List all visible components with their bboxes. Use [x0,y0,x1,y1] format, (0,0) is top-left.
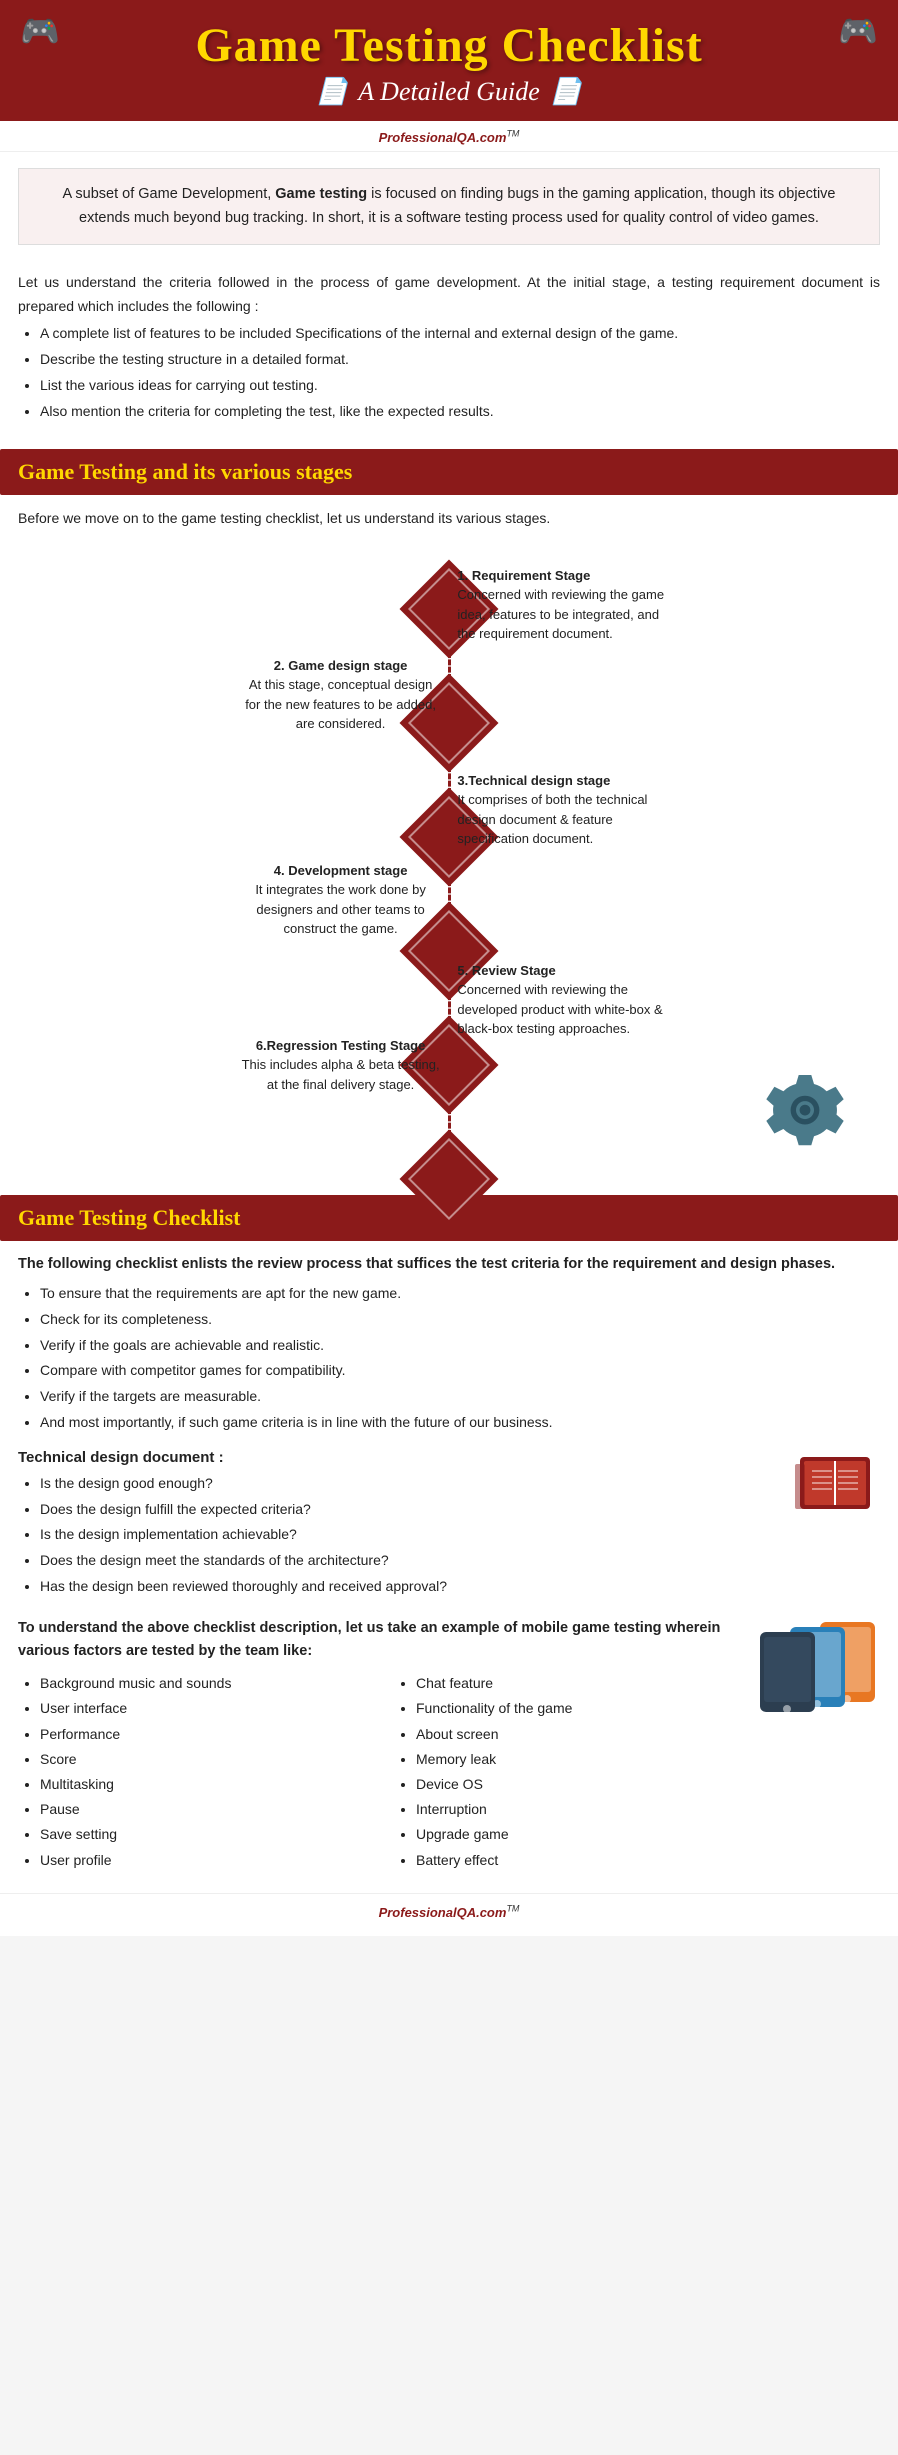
tech-doc-heading: Technical design document : [18,1449,880,1466]
list-item: Has the design been reviewed thoroughly … [40,1575,880,1599]
intro-box: A subset of Game Development, Game testi… [18,168,880,244]
list-item: Is the design good enough? [40,1472,880,1496]
footer-brand: ProfessionalQA.comTM [0,1893,898,1936]
stages-section: Before we move on to the game testing ch… [0,495,898,1180]
stage-4-desc: It integrates the work done by designers… [255,882,426,936]
gamepad-left-icon: 🎮 [20,12,60,50]
stage-2-box: 2. Game design stage At this stage, conc… [241,656,441,734]
intro-bold: Game testing [275,186,367,202]
mobile-col2: Chat feature Functionality of the game A… [416,1671,750,1873]
list-item: Multitasking [40,1772,374,1797]
list-item: Battery effect [416,1848,750,1873]
list-item: To ensure that the requirements are apt … [40,1282,880,1306]
list-item: Verify if the goals are achievable and r… [40,1334,880,1358]
list-item: About screen [416,1722,750,1747]
list-item: User profile [40,1848,374,1873]
book-icon [790,1449,880,1524]
list-item: Performance [40,1722,374,1747]
tech-doc-area: Technical design document : Is the desig… [18,1449,880,1601]
list-item: Score [40,1747,374,1772]
brand-bar: ProfessionalQA.comTM [0,121,898,152]
checklist-content: The following checklist enlists the revi… [0,1253,898,1883]
stage-3-box: 3.Technical design stage It comprises of… [457,771,667,849]
gear-icon [760,1066,850,1156]
stage-1-box: 1. Requirement Stage Concerned with revi… [457,566,667,644]
list-item: List the various ideas for carrying out … [40,374,880,398]
stage-5-box: 5. Review Stage Concerned with reviewing… [457,961,667,1039]
mobile-example-text: To understand the above checklist descri… [18,1617,880,1663]
gamepad-right-icon: 🎮 [838,12,878,50]
list-item: Does the design meet the standards of th… [40,1549,880,1573]
doc-icon-right: 📄 [550,77,582,107]
stage-3-desc: It comprises of both the technical desig… [457,792,647,846]
list-item: Save setting [40,1822,374,1847]
stage-5-desc: Concerned with reviewing the developed p… [457,982,662,1036]
page-title: Game Testing Checklist [20,18,878,73]
list-item: Chat feature [416,1671,750,1696]
stage-4-title: 4. Development stage [274,863,408,878]
stage-1-title: 1. Requirement Stage [457,568,590,583]
list-item: Background music and sounds [40,1671,374,1696]
trademark: TM [506,129,519,139]
stage-6-desc: This includes alpha & beta testing, at t… [242,1057,440,1092]
list-item: Check for its completeness. [40,1308,880,1332]
criteria-list: A complete list of features to be includ… [40,322,880,423]
list-item: And most importantly, if such game crite… [40,1411,880,1435]
book-icon-area [790,1449,880,1529]
stages-banner: Game Testing and its various stages [0,449,898,495]
list-item: Also mention the criteria for completing… [40,400,880,424]
mobile-example-area: To understand the above checklist descri… [18,1617,880,1873]
header: 🎮 🎮 Game Testing Checklist 📄 A Detailed … [0,0,898,121]
checklist-list: To ensure that the requirements are apt … [40,1282,880,1435]
stage-2-desc: At this stage, conceptual design for the… [245,677,436,731]
list-item: Describe the testing structure in a deta… [40,348,880,372]
list-item: Device OS [416,1772,750,1797]
footer-brand-label: ProfessionalQA.comTM [379,1905,520,1920]
list-item: Memory leak [416,1747,750,1772]
list-item: Interruption [416,1797,750,1822]
stage-3-title: 3.Technical design stage [457,773,610,788]
list-item: Pause [40,1797,374,1822]
mobile-factors-lists: Background music and sounds User interfa… [18,1671,750,1873]
stages-intro-text: Before we move on to the game testing ch… [18,495,880,535]
list-item: Is the design implementation achievable? [40,1523,880,1547]
stage-1-desc: Concerned with reviewing the game idea, … [457,587,664,641]
brand-name: ProfessionalQA.com [379,130,507,145]
page-subtitle: 📄 A Detailed Guide 📄 [20,77,878,107]
list-item: A complete list of features to be includ… [40,322,880,346]
list-item: Does the design fulfill the expected cri… [40,1498,880,1522]
criteria-text: Let us understand the criteria followed … [18,261,880,323]
stage-5-title: 5. Review Stage [457,963,555,978]
main-container: 🎮 🎮 Game Testing Checklist 📄 A Detailed … [0,0,898,1936]
footer-brand-name: ProfessionalQA.com [379,1905,507,1920]
tablet-icon [760,1617,880,1717]
stage-6-box: 6.Regression Testing Stage This includes… [241,1036,441,1095]
criteria-section: Let us understand the criteria followed … [0,261,898,436]
list-item: Verify if the targets are measurable. [40,1385,880,1409]
tablet-icon-area [760,1617,880,1722]
doc-icon-left: 📄 [316,77,348,107]
checklist-bold-intro: The following checklist enlists the revi… [18,1253,880,1276]
stages-diagram: 1. Requirement Stage Concerned with revi… [28,536,870,1076]
stage-2-title: 2. Game design stage [274,658,408,673]
mobile-col1: Background music and sounds User interfa… [40,1671,374,1873]
footer-trademark: TM [506,1904,519,1914]
list-item: User interface [40,1696,374,1721]
stage-6-title: 6.Regression Testing Stage [256,1038,426,1053]
list-item: Compare with competitor games for compat… [40,1359,880,1383]
stage-4-box: 4. Development stage It integrates the w… [241,861,441,939]
diamond-6 [400,1129,499,1228]
intro-text1: A subset of Game Development, [63,186,276,202]
list-item: Functionality of the game [416,1696,750,1721]
tech-doc-list: Is the design good enough? Does the desi… [40,1472,880,1599]
brand-label: ProfessionalQA.comTM [379,130,520,145]
list-item: Upgrade game [416,1822,750,1847]
